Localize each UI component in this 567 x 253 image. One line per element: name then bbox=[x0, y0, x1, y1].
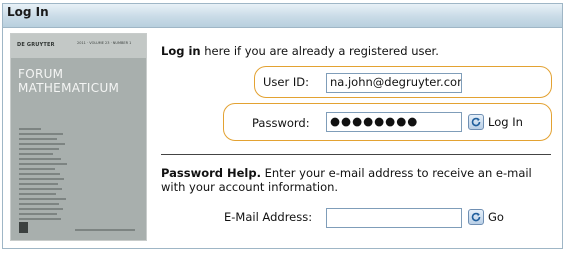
go-button[interactable]: Go bbox=[488, 210, 504, 224]
cover-footer-line bbox=[75, 229, 135, 231]
email-input[interactable] bbox=[326, 208, 462, 228]
login-button[interactable]: Log In bbox=[488, 115, 523, 129]
password-help-text: Password Help. Enter your e-mail address… bbox=[161, 166, 551, 194]
login-intro-bold: Log in bbox=[161, 44, 201, 58]
login-intro-text: here if you are already a registered use… bbox=[200, 44, 439, 58]
panel-title: Log In bbox=[7, 5, 49, 19]
login-refresh-icon[interactable] bbox=[468, 114, 484, 130]
password-input[interactable]: ●●●●●●●● bbox=[326, 112, 462, 132]
cover-editors-list bbox=[19, 128, 99, 223]
password-help-title: Password Help. bbox=[161, 166, 261, 180]
journal-cover-image: DE GRUYTER 2011 · VOLUME 23 · NUMBER 1 F… bbox=[11, 34, 146, 240]
password-label: Password: bbox=[252, 116, 310, 130]
cover-issue: 2011 · VOLUME 23 · NUMBER 1 bbox=[77, 41, 132, 45]
cover-title-line2: MATHEMATICUM bbox=[18, 81, 120, 95]
cover-publisher: DE GRUYTER bbox=[17, 42, 55, 48]
email-label: E-Mail Address: bbox=[224, 210, 313, 224]
user-id-label: User ID: bbox=[263, 75, 309, 89]
section-divider bbox=[161, 154, 551, 155]
cover-title-line1: FORUM bbox=[18, 67, 64, 81]
go-refresh-icon[interactable] bbox=[468, 209, 484, 225]
user-id-input[interactable]: na.john@degruyter.com bbox=[326, 73, 462, 93]
panel-header bbox=[3, 4, 562, 28]
login-intro: Log in here if you are already a registe… bbox=[161, 44, 439, 58]
publisher-logo-icon bbox=[19, 222, 28, 233]
